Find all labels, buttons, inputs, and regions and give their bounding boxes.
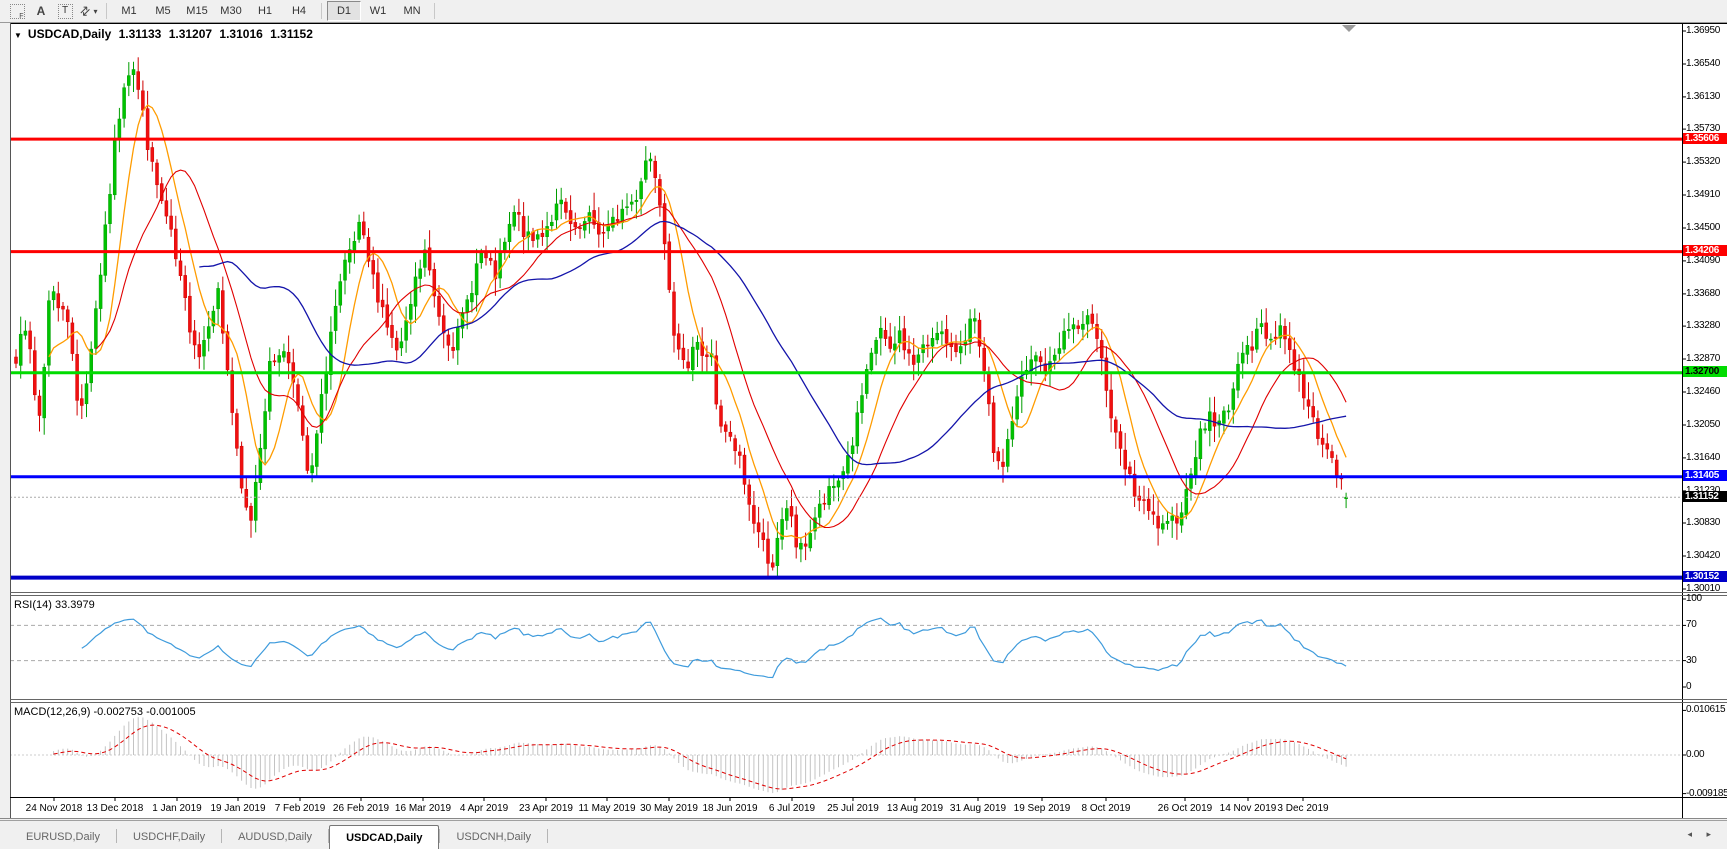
sort-arrows-icon[interactable]: ⇄ ▾ — [77, 2, 100, 20]
rsi-name: RSI(14) — [14, 599, 52, 611]
dropdown-caret-icon: ▾ — [93, 6, 98, 16]
mt4-window: F A T ⇄ ▾ M1 M5 M15 M30 H1 H4 D1 W1 MN 1.36950 1.36540… — [0, 0, 1727, 849]
macd-main-value: -0.002753 — [93, 706, 144, 718]
symbol-title: USDCAD,Daily — [27, 27, 112, 41]
timeframe-button-m30[interactable]: M30 — [214, 1, 248, 21]
timeframe-button-m1[interactable]: M1 — [112, 1, 146, 21]
chart-tab-audusd[interactable]: AUDUSD,Daily — [222, 826, 328, 847]
chart-tab-eurusd[interactable]: EURUSD,Daily — [10, 826, 116, 847]
chart-tab-usdcad[interactable]: USDCAD,Daily — [329, 825, 440, 849]
rsi-value: 33.3979 — [54, 599, 95, 611]
tab-scroll-arrows[interactable]: ◂ ▸ — [1687, 829, 1717, 840]
ohlc-low: 1.31016 — [219, 27, 263, 41]
toolbar-separator — [321, 3, 322, 19]
chart-tab-usdchf[interactable]: USDCHF,Daily — [117, 826, 221, 847]
symbol-dropdown-icon[interactable]: ▼ — [14, 31, 22, 40]
tab-separator — [547, 829, 549, 843]
font-grid-icon[interactable]: F — [6, 2, 28, 20]
chart-tab-bar: EURUSD,Daily USDCHF,Daily AUDUSD,Daily USDC… — [0, 820, 1727, 849]
timeframe-button-h1[interactable]: H1 — [248, 1, 282, 21]
macd-signal-value: -0.001005 — [146, 706, 196, 718]
timeframe-button-m15[interactable]: M15 — [180, 1, 214, 21]
macd-name: MACD(12,26,9) — [14, 706, 91, 718]
ohlc-open: 1.31133 — [118, 27, 162, 41]
chart-tab-usdcnh[interactable]: USDCNH,Daily — [440, 826, 547, 847]
ohlc-high: 1.31207 — [168, 27, 213, 41]
toolbar-separator — [106, 3, 107, 19]
timeframe-button-m5[interactable]: M5 — [146, 1, 180, 21]
toolbar-separator — [434, 3, 435, 19]
timeframe-button-d1[interactable]: D1 — [327, 1, 361, 21]
macd-indicator-label: MACD(12,26,9) -0.002753 -0.001005 — [14, 706, 196, 718]
toolbar: F A T ⇄ ▾ M1 M5 M15 M30 H1 H4 D1 W1 MN — [0, 0, 1727, 23]
timeframe-button-h4[interactable]: H4 — [282, 1, 316, 21]
timeframe-button-mn[interactable]: MN — [395, 1, 429, 21]
rsi-indicator-label: RSI(14) 33.3979 — [14, 599, 95, 611]
timeframe-button-w1[interactable]: W1 — [361, 1, 395, 21]
letter-a-icon[interactable]: A — [30, 2, 52, 20]
symbol-ohlc-header: ▼ USDCAD,Daily 1.31133 1.31207 1.31016 1.… — [14, 27, 317, 41]
chart-canvas[interactable] — [0, 0, 1727, 848]
text-label-icon[interactable]: T — [54, 2, 76, 20]
ohlc-close: 1.31152 — [270, 27, 313, 41]
